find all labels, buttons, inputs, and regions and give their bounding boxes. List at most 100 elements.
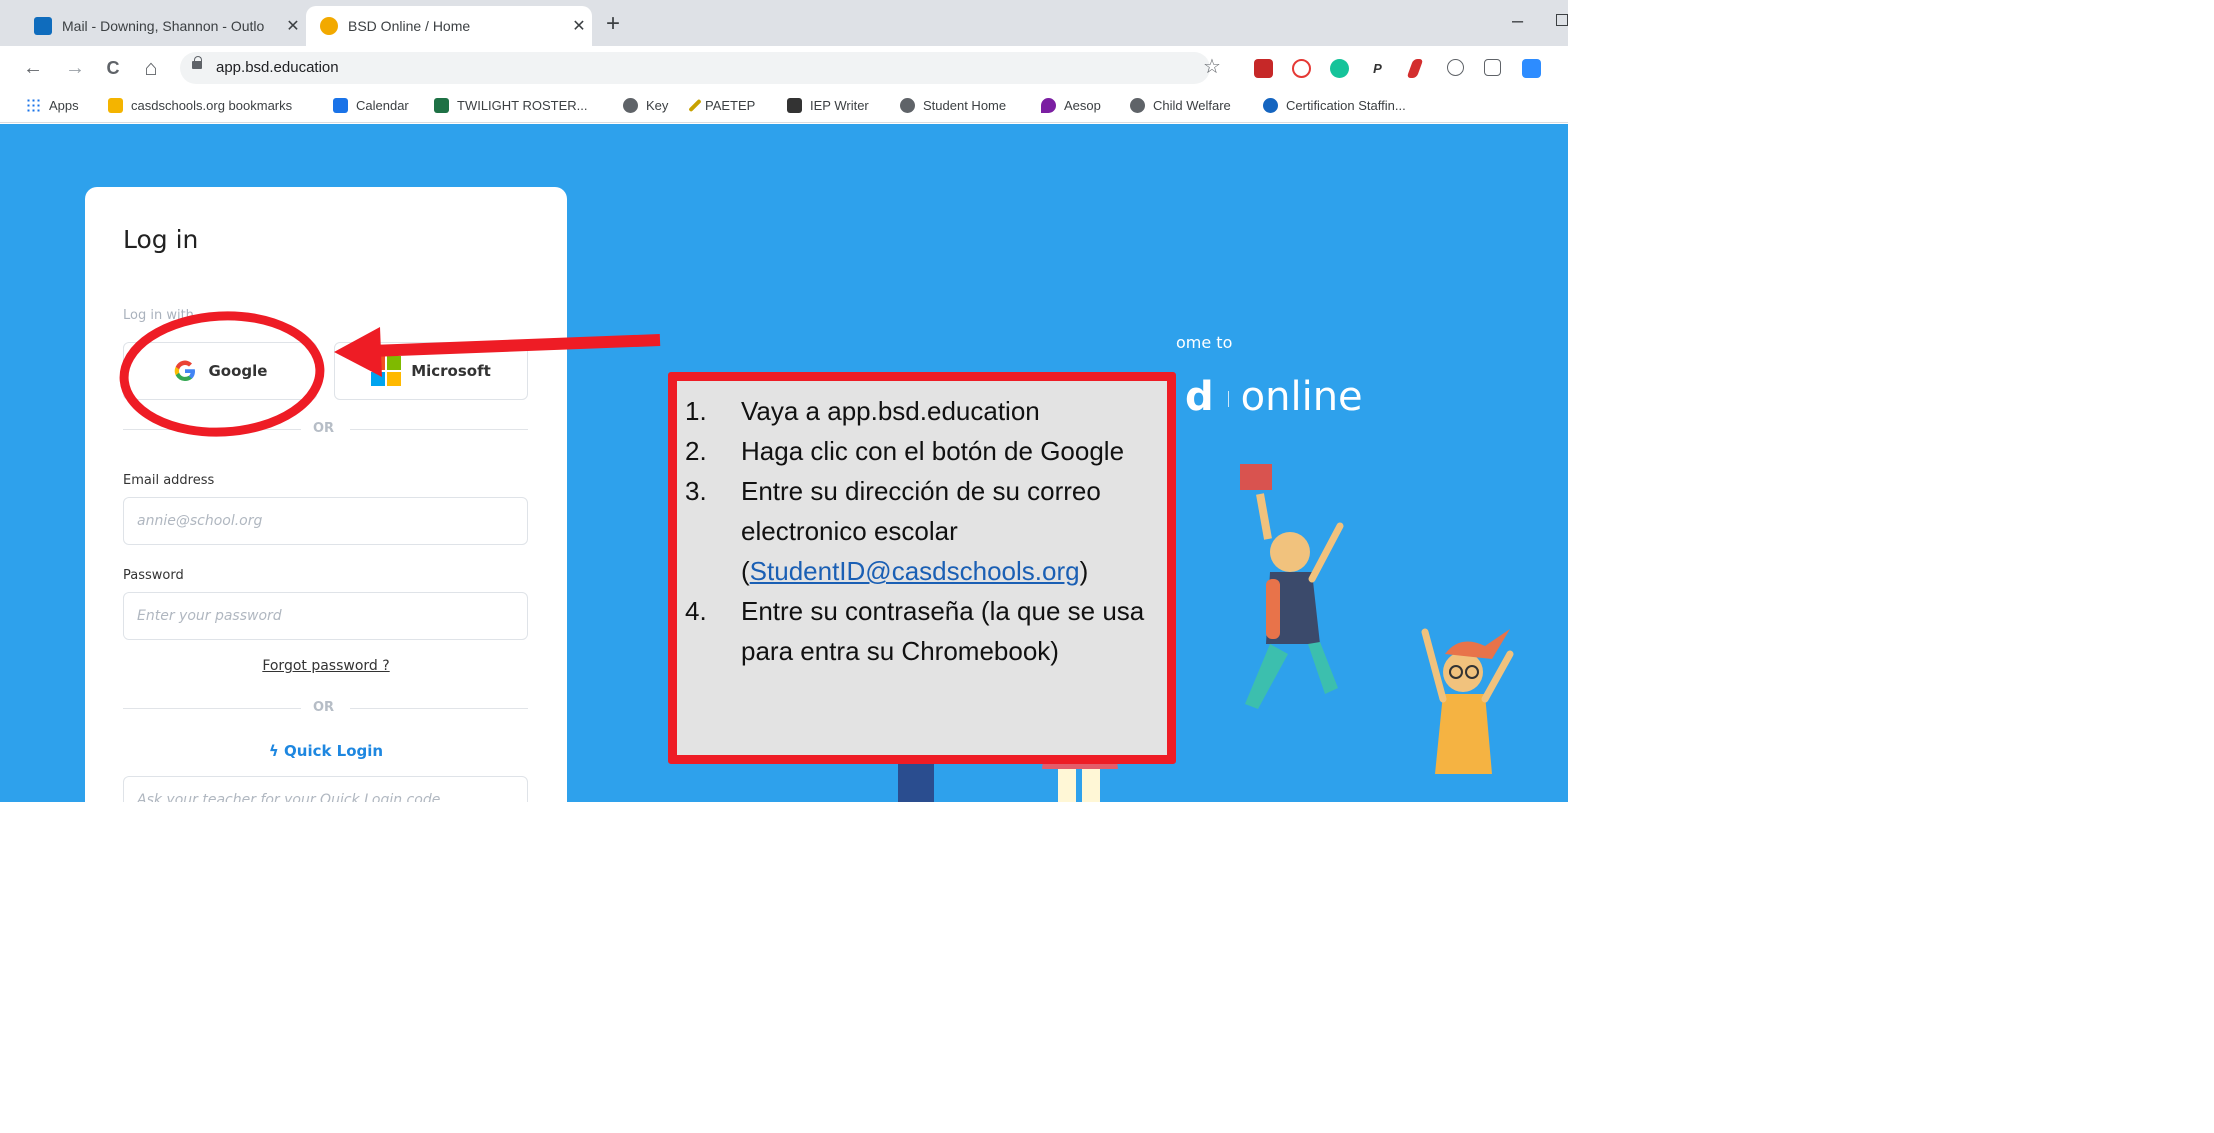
welcome-text: ome to [1176, 333, 1233, 352]
bookmark-label: TWILIGHT ROSTER... [457, 98, 588, 113]
home-button[interactable]: ⌂ [138, 54, 164, 82]
bookmark-label: Calendar [356, 98, 409, 113]
bookmark-label: Certification Staffin... [1286, 98, 1406, 113]
password-label: Password [123, 568, 184, 583]
lightning-icon: ϟ [268, 742, 285, 760]
tab-title: Mail - Downing, Shannon - Outlo [62, 18, 265, 34]
divider-line [123, 708, 301, 709]
bookmark-key[interactable]: Key [623, 98, 668, 113]
tab-outlook-mail[interactable]: Mail - Downing, Shannon - Outlo ✕ [20, 6, 306, 46]
new-tab-button[interactable]: + [606, 12, 620, 36]
acrobat-extension-icon[interactable] [1406, 59, 1424, 78]
bookmark-label: PAETEP [705, 98, 756, 113]
forgot-password-link[interactable]: Forgot password ? [85, 658, 567, 674]
google-button-label: Google [208, 362, 268, 380]
bookmark-twilight-roster[interactable]: TWILIGHT ROSTER... [434, 98, 588, 113]
google-login-button[interactable]: Google [123, 342, 317, 400]
email-field[interactable] [123, 497, 528, 545]
step-text: Vaya a app.bsd.education [741, 396, 1040, 426]
divider-line [350, 429, 528, 430]
divider-line [123, 429, 301, 430]
tab-bsd-online[interactable]: BSD Online / Home ✕ [306, 6, 592, 46]
address-bar[interactable]: app.bsd.education [180, 52, 1210, 84]
or-label: OR [313, 700, 335, 715]
login-title: Log in [123, 225, 199, 254]
bookmark-aesop[interactable]: Aesop [1041, 98, 1101, 113]
bookmark-casdschools-folder[interactable]: casdschools.org bookmarks [108, 98, 292, 113]
outlook-icon [34, 17, 52, 35]
quick-login-label: Quick Login [284, 742, 384, 760]
folder-icon [108, 98, 123, 113]
brand-online-text: online [1240, 374, 1363, 420]
quick-login-button[interactable]: ϟ Quick Login [85, 742, 567, 760]
bookmark-label: casdschools.org bookmarks [131, 98, 293, 113]
instruction-step: 3. Entre su dirección de su correo elect… [681, 471, 1171, 591]
or-label: OR [313, 421, 335, 436]
instruction-steps: 1. Vaya a app.bsd.education 2. Haga clic… [681, 391, 1171, 671]
bookmark-apps[interactable]: Apps [26, 98, 79, 113]
globe-icon [623, 98, 638, 113]
microsoft-button-label: Microsoft [411, 362, 491, 380]
apps-grid-icon [26, 98, 41, 113]
globe-icon [900, 98, 915, 113]
instructions-callout: 1. Vaya a app.bsd.education 2. Haga clic… [668, 372, 1176, 764]
bookmark-paetep[interactable]: PAETEP [688, 98, 756, 113]
email-label: Email address [123, 473, 215, 488]
bookmark-iep-writer[interactable]: IEP Writer [787, 98, 869, 113]
quick-login-code-field[interactable] [123, 776, 528, 802]
step-text-after: ) [1079, 556, 1089, 586]
back-button[interactable]: ← [20, 54, 46, 82]
zoom-extension-icon[interactable] [1522, 59, 1541, 78]
instruction-step: 2. Haga clic con el botón de Google [681, 431, 1171, 471]
or-divider: OR [123, 700, 528, 716]
maximize-window-button[interactable] [1556, 14, 1568, 26]
pen-icon [688, 98, 702, 113]
bookmark-star-icon[interactable]: ☆ [1203, 56, 1221, 78]
instruction-step: 4. Entre su contraseña (la que se usa pa… [681, 591, 1171, 671]
instruction-step: 1. Vaya a app.bsd.education [681, 391, 1171, 431]
pinterest-extension-icon[interactable]: P [1368, 59, 1387, 78]
url-text[interactable]: app.bsd.education [216, 59, 339, 76]
bookmark-label: Child Welfare [1153, 98, 1231, 113]
bookmark-label: Student Home [923, 98, 1007, 113]
bookmarks-bar: Apps casdschools.org bookmarks Calendar … [0, 90, 1568, 123]
microsoft-logo-icon [371, 356, 402, 386]
help-extension-icon[interactable] [1447, 59, 1464, 76]
reload-button[interactable]: C [100, 54, 126, 82]
step-text: Entre su dirección de su correo electron… [741, 471, 1171, 591]
screencastify-extension-icon[interactable] [1292, 59, 1311, 78]
login-card: Log in Log in with Google Microsoft OR E… [85, 187, 567, 802]
kid-illustration [1421, 628, 1514, 774]
minimize-window-button[interactable]: – [1512, 10, 1523, 33]
bookmark-calendar[interactable]: Calendar [333, 98, 409, 113]
brand-separator [1227, 391, 1229, 407]
step-text: Entre su contraseña (la que se usa para … [741, 596, 1145, 666]
student-email-link[interactable]: StudentID@casdschools.org [750, 556, 1080, 586]
or-divider: OR [123, 421, 528, 437]
microsoft-login-button[interactable]: Microsoft [334, 342, 528, 400]
tab-strip: Mail - Downing, Shannon - Outlo ✕ BSD On… [0, 0, 1568, 46]
bookmark-student-home[interactable]: Student Home [900, 98, 1006, 113]
close-tab-icon[interactable]: ✕ [566, 16, 592, 36]
google-logo-icon [174, 360, 195, 382]
bookmark-certification-staffing[interactable]: Certification Staffin... [1263, 98, 1406, 113]
step-number: 4. [685, 596, 707, 626]
bookmark-label: Aesop [1064, 98, 1101, 113]
forward-button[interactable]: → [62, 54, 88, 82]
player-extension-icon[interactable] [1484, 59, 1501, 76]
step-number: 2. [685, 436, 707, 466]
step-number: 1. [685, 396, 707, 426]
calendar-icon [333, 98, 348, 113]
close-tab-icon[interactable]: ✕ [280, 16, 306, 36]
bookmark-label: IEP Writer [810, 98, 869, 113]
pdf-extension-icon[interactable] [1254, 59, 1273, 78]
password-field[interactable] [123, 592, 528, 640]
certificate-icon [1263, 98, 1278, 113]
bookmark-child-welfare[interactable]: Child Welfare [1130, 98, 1231, 113]
step-text: Haga clic con el botón de Google [741, 436, 1125, 466]
brand-logo: d online [1185, 374, 1363, 420]
tab-title: BSD Online / Home [348, 18, 471, 34]
divider-line [350, 708, 528, 709]
bookmark-label: Apps [49, 98, 79, 113]
grammarly-extension-icon[interactable] [1330, 59, 1349, 78]
